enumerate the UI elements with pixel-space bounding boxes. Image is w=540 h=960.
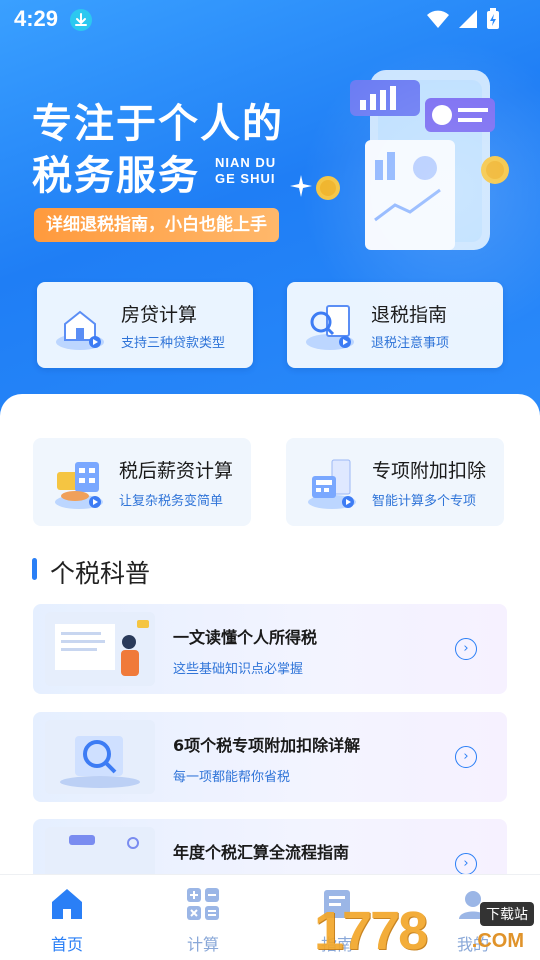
section-accent-bar <box>32 558 37 580</box>
article-title: 6项个税专项附加扣除详解 <box>173 736 361 755</box>
chevron-right-icon[interactable]: › <box>455 638 477 660</box>
watermark-number: 1778 <box>314 901 428 960</box>
site-watermark: 1778 .COM 下载站 <box>314 900 534 960</box>
special-deduction-subtitle: 智能计算多个专项 <box>372 494 477 509</box>
after-tax-salary-card[interactable]: 税后薪资计算 让复杂税务变简单 <box>33 438 251 526</box>
status-time: 4:29 <box>14 6 59 31</box>
tax-phone-illustration <box>350 70 509 250</box>
after-tax-salary-subtitle: 让复杂税务变简单 <box>119 494 224 509</box>
receipt-calculator-icon <box>308 459 356 509</box>
coin-icon <box>316 176 340 200</box>
status-bar: 4:29 <box>0 0 540 40</box>
sparkle-icon <box>290 175 312 197</box>
wifi-icon <box>427 10 449 28</box>
mortgage-calc-title: 房贷计算 <box>121 304 198 326</box>
article-subtitle: 每一项都能帮你省税 <box>173 770 291 785</box>
special-deduction-title: 专项附加扣除 <box>372 460 487 482</box>
watermark-tag: 下载站 <box>480 902 534 926</box>
article-title: 一文读懂个人所得税 <box>173 628 318 647</box>
nav-calculate-label: 计算 <box>186 935 219 954</box>
hero-banner: 4:29 专注于个人的 税务服务 NIAN DU GE SHUI 详细退税指南，… <box>0 0 540 430</box>
calculator-icon <box>187 888 219 920</box>
hero-en-line1: NIAN DU <box>215 155 277 170</box>
chevron-right-icon[interactable]: › <box>455 746 477 768</box>
mortgage-calc-subtitle: 支持三种贷款类型 <box>121 336 226 351</box>
mortgage-calc-card[interactable]: 房贷计算 支持三种贷款类型 <box>37 282 253 368</box>
main-content: 税后薪资计算 让复杂税务变简单 专项附加扣除 智能计算多个专项 个税科普 一文读… <box>0 394 540 874</box>
after-tax-salary-title: 税后薪资计算 <box>119 460 234 482</box>
refund-guide-subtitle: 退税注意事项 <box>371 336 450 351</box>
download-icon <box>70 9 92 31</box>
article-item[interactable]: 年度个税汇算全流程指南 › <box>33 819 507 874</box>
nav-calculate[interactable]: 计算 <box>158 887 248 955</box>
magnifier-report-icon <box>306 305 354 350</box>
article-thumbnail <box>45 612 155 686</box>
special-deduction-card[interactable]: 专项附加扣除 智能计算多个专项 <box>286 438 504 526</box>
salary-calculator-icon <box>55 462 103 509</box>
refund-guide-title: 退税指南 <box>371 304 448 326</box>
article-item[interactable]: 6项个税专项附加扣除详解 每一项都能帮你省税 › <box>33 712 507 802</box>
article-thumbnail <box>45 827 155 874</box>
hero-en-line2: GE SHUI <box>215 171 276 186</box>
hero-slogan-pill: 详细退税指南，小白也能上手 <box>34 208 279 242</box>
article-subtitle: 这些基础知识点必掌握 <box>173 662 304 677</box>
article-thumbnail <box>45 720 155 794</box>
watermark-domain: .COM <box>471 930 524 952</box>
battery-icon <box>487 8 499 29</box>
refund-guide-card[interactable]: 退税指南 退税注意事项 <box>287 282 503 368</box>
hero-title-line1: 专注于个人的 <box>32 101 284 147</box>
home-icon <box>52 889 82 919</box>
article-title: 年度个税汇算全流程指南 <box>173 843 350 862</box>
signal-icon <box>459 10 477 28</box>
house-icon <box>56 310 104 350</box>
article-item[interactable]: 一文读懂个人所得税 这些基础知识点必掌握 › <box>33 604 507 694</box>
nav-home[interactable]: 首页 <box>22 887 112 955</box>
chevron-right-icon[interactable]: › <box>455 853 477 874</box>
section-title: 个税科普 <box>50 559 151 588</box>
hero-en-subtitle: NIAN DU GE SHUI <box>215 155 276 187</box>
nav-home-label: 首页 <box>50 935 83 954</box>
